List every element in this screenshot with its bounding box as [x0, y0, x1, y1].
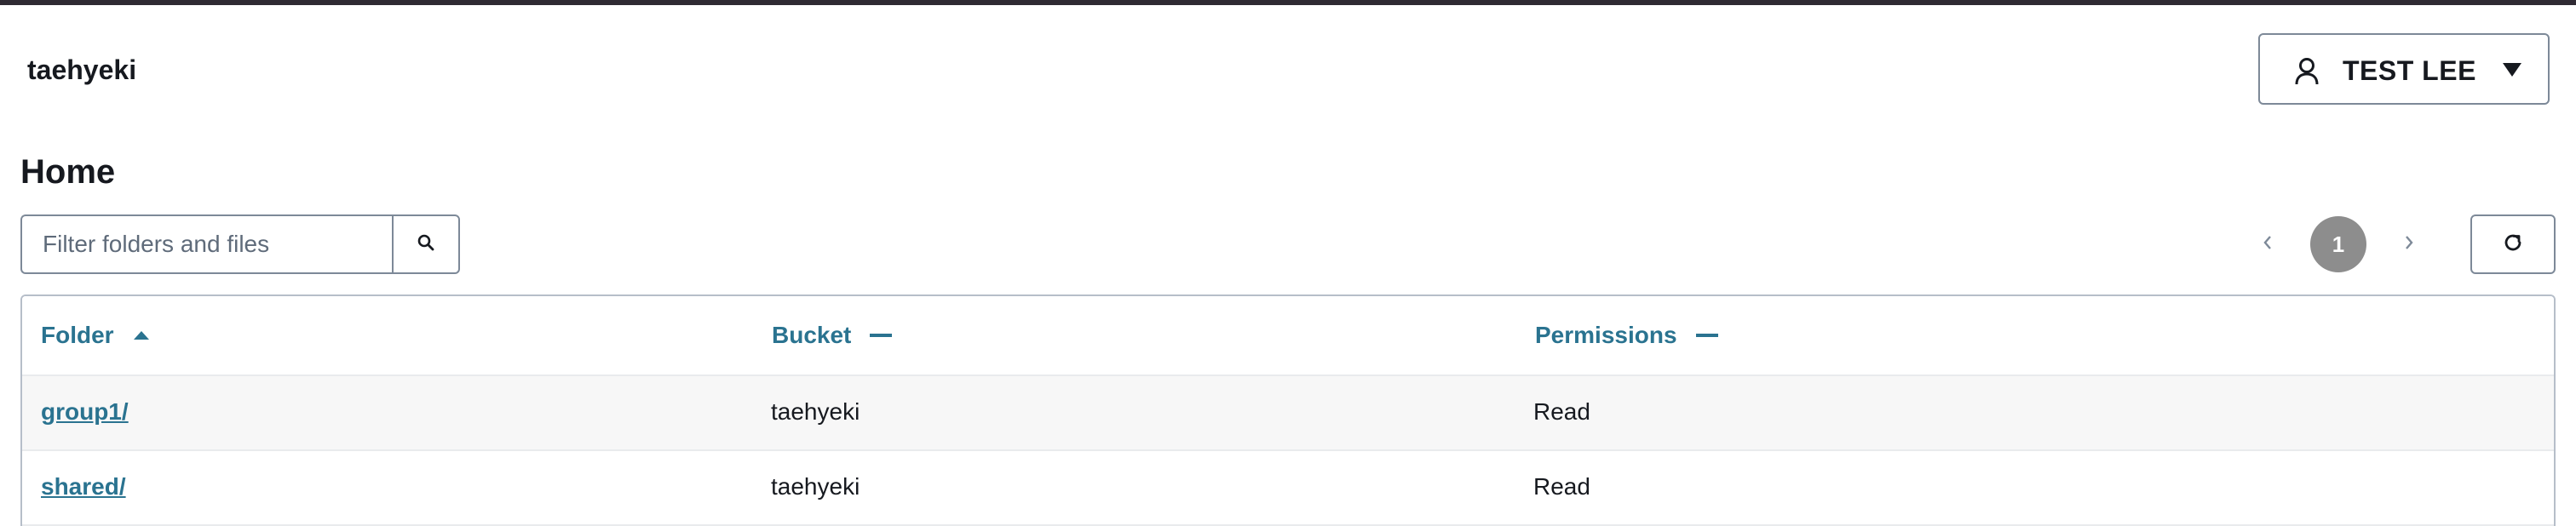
sort-none-icon [870, 333, 893, 338]
search-button[interactable] [392, 214, 460, 274]
refresh-button[interactable] [2470, 214, 2556, 274]
column-header-label: Permissions [1535, 322, 1677, 348]
user-name-label: TEST LEE [2343, 55, 2476, 86]
chevron-right-icon [2404, 235, 2414, 254]
user-icon [2294, 57, 2320, 86]
page-title: Home [20, 153, 116, 191]
table-header: Folder Bucket Permissions [22, 296, 2554, 376]
column-header-bucket[interactable]: Bucket [772, 322, 893, 349]
previous-page-button[interactable] [2249, 226, 2286, 263]
app-header: taehyeki TEST LEE [0, 5, 2576, 133]
next-page-button[interactable] [2390, 226, 2428, 263]
pagination: 1 [2249, 216, 2428, 272]
sort-none-icon [1695, 333, 1718, 338]
user-menu-button[interactable]: TEST LEE [2258, 33, 2550, 105]
current-page-button[interactable]: 1 [2310, 216, 2366, 272]
sort-ascending-icon [133, 330, 150, 340]
filter-input[interactable] [20, 214, 392, 274]
permissions-cell: Read [1533, 473, 1590, 500]
column-header-permissions[interactable]: Permissions [1535, 322, 1718, 349]
folder-link[interactable]: shared/ [41, 473, 126, 500]
table-row: group1/ taehyeki Read [22, 376, 2554, 451]
filter-bar [20, 214, 460, 274]
column-header-label: Bucket [772, 322, 852, 348]
folder-link[interactable]: group1/ [41, 398, 129, 426]
column-header-label: Folder [41, 322, 114, 348]
search-icon [417, 234, 434, 255]
caret-down-icon [2502, 62, 2522, 77]
column-header-folder[interactable]: Folder [41, 322, 150, 349]
files-table: Folder Bucket Permissions group1/ taehye… [20, 294, 2556, 526]
table-row: shared/ taehyeki Read [22, 451, 2554, 526]
bucket-cell: taehyeki [771, 473, 860, 500]
chevron-left-icon [2263, 235, 2273, 254]
refresh-icon [2502, 232, 2524, 258]
permissions-cell: Read [1533, 398, 1590, 425]
brand-title: taehyeki [27, 54, 137, 85]
bucket-cell: taehyeki [771, 398, 860, 425]
